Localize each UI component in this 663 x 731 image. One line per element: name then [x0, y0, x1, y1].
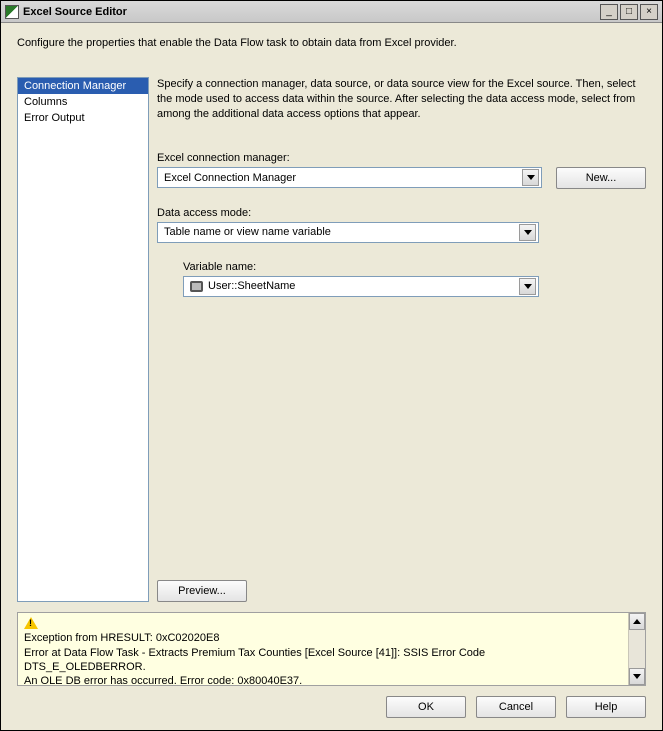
sidebar-item-error-output[interactable]: Error Output	[18, 110, 148, 126]
sidebar-item-connection-manager[interactable]: Connection Manager	[18, 78, 148, 94]
intro-text: Configure the properties that enable the…	[17, 37, 646, 49]
window-title: Excel Source Editor	[23, 6, 127, 18]
conn-manager-label: Excel connection manager:	[157, 152, 646, 164]
nav-sidebar: Connection Manager Columns Error Output	[17, 77, 149, 602]
error-line: Exception from HRESULT: 0xC02020E8	[24, 631, 604, 645]
title-bar: Excel Source Editor _ □ ×	[1, 1, 662, 23]
variable-name-value: User::SheetName	[208, 280, 519, 292]
variable-name-label: Variable name:	[183, 261, 646, 273]
cancel-button[interactable]: Cancel	[476, 696, 556, 718]
description-text: Specify a connection manager, data sourc…	[157, 77, 646, 122]
access-mode-select[interactable]: Table name or view name variable	[157, 222, 539, 243]
close-button[interactable]: ×	[640, 4, 658, 20]
maximize-button[interactable]: □	[620, 4, 638, 20]
access-mode-label: Data access mode:	[157, 207, 646, 219]
chevron-down-icon	[522, 169, 539, 186]
excel-source-icon	[5, 5, 19, 19]
error-line: An OLE DB error has occurred. Error code…	[24, 674, 604, 685]
access-mode-value: Table name or view name variable	[164, 226, 519, 238]
error-panel: Exception from HRESULT: 0xC02020E8 Error…	[17, 612, 646, 686]
conn-manager-select[interactable]: Excel Connection Manager	[157, 167, 542, 188]
error-scrollbar[interactable]	[628, 613, 645, 685]
conn-manager-value: Excel Connection Manager	[164, 172, 522, 184]
scroll-up-button[interactable]	[629, 613, 645, 630]
chevron-down-icon	[519, 278, 536, 295]
ok-button[interactable]: OK	[386, 696, 466, 718]
chevron-down-icon	[519, 224, 536, 241]
new-button[interactable]: New...	[556, 167, 646, 189]
variable-icon	[190, 281, 203, 292]
help-button[interactable]: Help	[566, 696, 646, 718]
scroll-down-button[interactable]	[629, 668, 645, 685]
warning-icon	[24, 617, 38, 629]
preview-button[interactable]: Preview...	[157, 580, 247, 602]
sidebar-item-columns[interactable]: Columns	[18, 94, 148, 110]
variable-name-select[interactable]: User::SheetName	[183, 276, 539, 297]
minimize-button[interactable]: _	[600, 4, 618, 20]
error-line: Error at Data Flow Task - Extracts Premi…	[24, 646, 604, 675]
